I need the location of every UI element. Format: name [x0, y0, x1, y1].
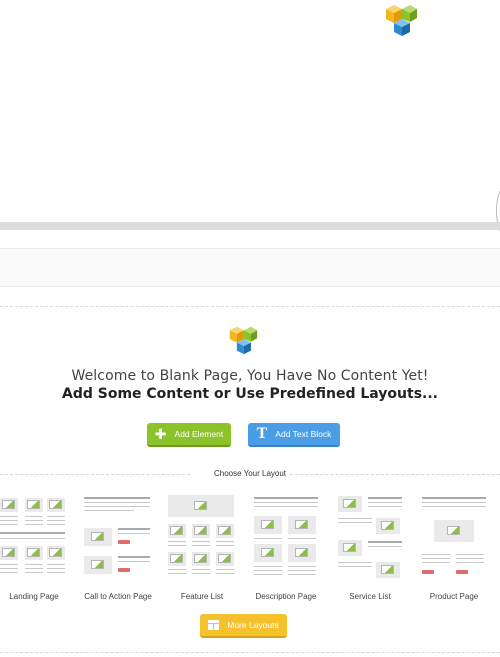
text-t-icon: T — [256, 425, 268, 442]
add-text-block-button[interactable]: T Add Text Block — [248, 423, 340, 447]
layout-thumbnail-service-list[interactable] — [338, 494, 404, 582]
divider-bar — [0, 222, 500, 230]
layout-thumbnail-description-page[interactable] — [254, 494, 320, 582]
layout-thumbnail-landing-page[interactable] — [0, 494, 68, 582]
layout-label-landing-page[interactable]: Landing Page — [0, 592, 79, 601]
welcome-heading: Welcome to Blank Page, You Have No Conte… — [71, 368, 429, 384]
choose-layout-label: Choose Your Layout — [213, 469, 287, 478]
dashed-divider — [0, 306, 500, 307]
visual-composer-logo-icon — [229, 326, 258, 355]
layout-label-product-page[interactable]: Product Page — [409, 592, 499, 601]
layout-thumbnail-product-page[interactable] — [422, 494, 488, 582]
add-text-block-label: Add Text Block — [275, 429, 332, 439]
more-layouts-button[interactable]: More Layouts — [200, 614, 287, 638]
plus-icon: ✚ — [154, 426, 167, 442]
layout-thumbnail-call-to-action[interactable] — [84, 494, 152, 582]
choose-layout-heading: Choose Your Layout — [0, 468, 500, 480]
layout-thumbnail-feature-list[interactable] — [168, 494, 236, 582]
layout-label-service-list[interactable]: Service List — [325, 592, 415, 601]
add-element-button[interactable]: ✚ Add Element — [147, 423, 231, 447]
layout-grid-icon — [208, 620, 220, 630]
more-layouts-label: More Layouts — [227, 620, 279, 630]
layout-label-call-to-action[interactable]: Call to Action Page — [73, 592, 163, 601]
add-element-label: Add Element — [174, 429, 224, 439]
dashed-divider-bottom — [0, 652, 500, 653]
welcome-subheading: Add Some Content or Use Predefined Layou… — [62, 386, 438, 402]
layout-label-description-page[interactable]: Description Page — [241, 592, 331, 601]
visual-composer-logo-icon — [386, 5, 417, 36]
layout-label-feature-list[interactable]: Feature List — [157, 592, 247, 601]
empty-row-strip — [0, 248, 500, 287]
